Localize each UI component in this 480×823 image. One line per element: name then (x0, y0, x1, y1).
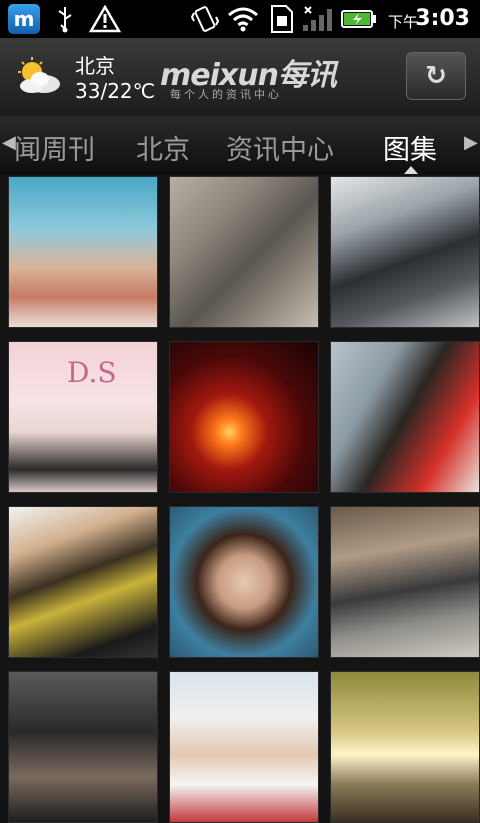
app-slogan: 每个人的资讯中心 (170, 88, 282, 101)
signal-icon (300, 4, 336, 34)
gallery-thumb-headscarf-girl[interactable] (169, 506, 319, 658)
tab-weekly[interactable]: 闻周刊 (14, 128, 95, 167)
usb-icon (52, 4, 78, 34)
tab-beijing[interactable]: 北京 (136, 128, 190, 167)
gallery-thumb-crowd-portrait[interactable] (8, 671, 158, 823)
wifi-icon (226, 4, 260, 34)
clock-time: 3:03 (415, 6, 470, 31)
active-tab-indicator (404, 166, 418, 174)
warning-icon (88, 4, 122, 34)
tab-info-center[interactable]: 资讯中心 (226, 128, 334, 167)
gallery-thumb-wrecked-car[interactable] (330, 506, 480, 658)
refresh-icon: ↻ (425, 61, 447, 91)
gallery-thumb-wedding[interactable]: D.S (8, 341, 158, 493)
app-notification-icon: m (8, 4, 40, 34)
status-bar: m 下午 3:03 (0, 0, 480, 38)
gallery-thumb-dusk-building[interactable] (330, 671, 480, 823)
gallery-thumb-crying-boy[interactable] (330, 341, 480, 493)
vibrate-icon (190, 4, 222, 34)
clock-ampm: 下午 (387, 13, 418, 31)
battery-icon (340, 4, 378, 34)
gallery-thumb-police-arrest[interactable] (330, 176, 480, 328)
gallery-thumb-children-group[interactable] (169, 671, 319, 823)
tab-gallery[interactable]: 图集 (383, 128, 437, 167)
wedding-sign-text: D.S (67, 356, 117, 389)
gallery-thumb-pool-girls[interactable] (8, 176, 158, 328)
city-label: 北京 (75, 54, 115, 78)
gallery-thumb-cave-fire[interactable] (169, 341, 319, 493)
gallery-grid: D.S (0, 174, 480, 823)
refresh-button[interactable]: ↻ (406, 52, 466, 100)
gallery-thumb-ceremony[interactable] (8, 506, 158, 658)
gallery-thumb-elephant-car[interactable] (169, 176, 319, 328)
app-header: 北京 33/22℃ meixun每讯 每个人的资讯中心 ↻ (0, 38, 480, 116)
temperature-label: 33/22℃ (75, 79, 156, 103)
tab-scroll-right-icon[interactable]: ▶ (464, 132, 478, 153)
app-badge-letter: m (13, 7, 35, 31)
partly-cloudy-icon (14, 56, 60, 96)
sim-icon (268, 4, 296, 34)
